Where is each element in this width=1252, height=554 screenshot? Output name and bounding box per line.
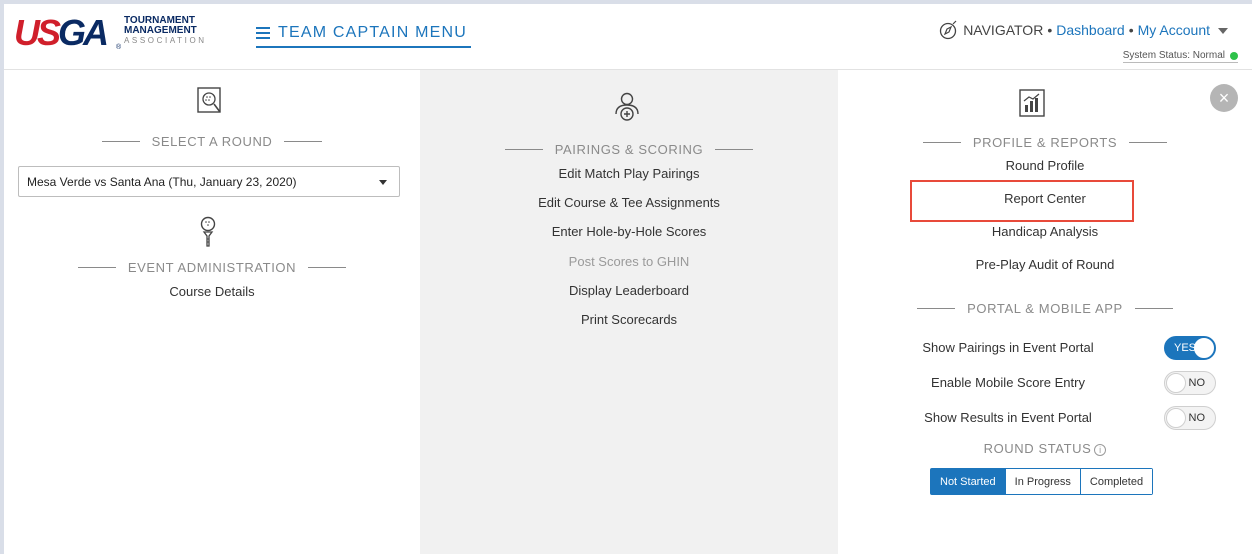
mobile-score-entry-toggle[interactable]: NO	[1164, 371, 1216, 395]
round-select-value: Mesa Verde vs Santa Ana (Thu, January 23…	[27, 174, 297, 189]
toggle-knob	[1166, 408, 1186, 428]
logo-line2: MANAGEMENT	[124, 25, 197, 36]
edit-match-play-pairings-link[interactable]: Edit Match Play Pairings	[420, 166, 838, 181]
navigator-label: NAVIGATOR	[963, 22, 1044, 38]
enter-hole-by-hole-scores-link[interactable]: Enter Hole-by-Hole Scores	[420, 224, 838, 239]
dashboard-link[interactable]: Dashboard	[1056, 22, 1125, 38]
system-status-text: System Status: Normal	[1122, 50, 1225, 61]
logo-line3: ASSOCIATION	[124, 36, 207, 45]
print-scorecards-link[interactable]: Print Scorecards	[420, 312, 838, 327]
status-completed-button[interactable]: Completed	[1080, 469, 1153, 494]
status-not-started-button[interactable]: Not Started	[931, 469, 1006, 494]
top-nav: NAVIGATOR • Dashboard • My Account	[939, 20, 1228, 40]
logo-usga-wordmark: USGA	[14, 12, 109, 53]
round-select[interactable]: Mesa Verde vs Santa Ana (Thu, January 23…	[18, 166, 400, 197]
pairings-portal-toggle[interactable]: YES	[1164, 336, 1216, 360]
chevron-down-icon	[379, 180, 387, 185]
system-status: System Status: Normal	[1122, 50, 1238, 63]
toggle-label-pairings: Show Pairings in Event Portal	[922, 340, 1094, 355]
pairings-column: PAIRINGS & SCORING Edit Match Play Pairi…	[420, 70, 838, 554]
handicap-analysis-link[interactable]: Handicap Analysis	[838, 224, 1252, 239]
portal-mobile-title: PORTAL & MOBILE APP	[838, 301, 1252, 316]
close-icon: ×	[1218, 87, 1230, 108]
profile-column: × PROFILE & REPORTS Round Profile Report…	[838, 70, 1252, 554]
usga-logo[interactable]: USGA ® TOURNAMENT MANAGEMENT ASSOCIATION	[14, 14, 204, 54]
round-profile-link[interactable]: Round Profile	[838, 158, 1252, 173]
select-round-title: SELECT A ROUND	[4, 134, 420, 149]
registered-mark: ®	[116, 44, 122, 51]
status-in-progress-button[interactable]: In Progress	[1005, 469, 1081, 494]
toggle-label-results: Show Results in Event Portal	[924, 410, 1092, 425]
toggle-row-results: Show Results in Event Portal NO	[838, 406, 1252, 430]
results-portal-toggle[interactable]: NO	[1164, 406, 1216, 430]
golf-tee-icon	[198, 216, 218, 253]
post-scores-to-ghin-link: Post Scores to GHIN	[568, 254, 690, 269]
status-dot-icon	[1230, 51, 1238, 60]
team-captain-menu-label: TEAM CAPTAIN MENU	[278, 24, 468, 41]
round-status-segmented: Not Started In Progress Completed	[930, 468, 1154, 495]
nav-separator: •	[1047, 22, 1053, 38]
edit-course-tee-assignments-link[interactable]: Edit Course & Tee Assignments	[420, 195, 838, 210]
logo-text: TOURNAMENT MANAGEMENT ASSOCIATION	[124, 16, 207, 46]
my-account-link[interactable]: My Account	[1138, 22, 1210, 38]
round-status-title: ROUND STATUS i	[838, 441, 1252, 456]
toggle-knob	[1166, 373, 1186, 393]
report-center-link[interactable]: Report Center	[838, 191, 1252, 206]
hamburger-icon	[256, 27, 270, 39]
add-player-icon	[614, 92, 644, 127]
close-button[interactable]: ×	[1210, 84, 1238, 112]
header: USGA ® TOURNAMENT MANAGEMENT ASSOCIATION…	[4, 4, 1252, 70]
toggle-knob	[1194, 338, 1214, 358]
compass-icon	[940, 20, 957, 40]
event-administration-title: EVENT ADMINISTRATION	[4, 260, 420, 275]
chevron-down-icon[interactable]	[1218, 28, 1228, 34]
pairings-scoring-title: PAIRINGS & SCORING	[420, 142, 838, 157]
info-icon[interactable]: i	[1094, 444, 1107, 456]
report-chart-icon	[1018, 88, 1046, 123]
nav-separator: •	[1128, 22, 1134, 38]
toggle-label-mobile: Enable Mobile Score Entry	[931, 375, 1085, 390]
course-details-link[interactable]: Course Details	[4, 284, 420, 299]
display-leaderboard-link[interactable]: Display Leaderboard	[420, 283, 838, 298]
profile-reports-title: PROFILE & REPORTS	[838, 135, 1252, 150]
toggle-row-mobile: Enable Mobile Score Entry NO	[838, 371, 1252, 395]
pre-play-audit-link[interactable]: Pre-Play Audit of Round	[838, 257, 1252, 272]
toggle-row-pairings: Show Pairings in Event Portal YES	[838, 336, 1252, 360]
round-column: SELECT A ROUND Mesa Verde vs Santa Ana (…	[4, 70, 420, 554]
team-captain-menu-button[interactable]: TEAM CAPTAIN MENU	[256, 20, 472, 48]
golf-ball-search-icon	[196, 86, 224, 121]
